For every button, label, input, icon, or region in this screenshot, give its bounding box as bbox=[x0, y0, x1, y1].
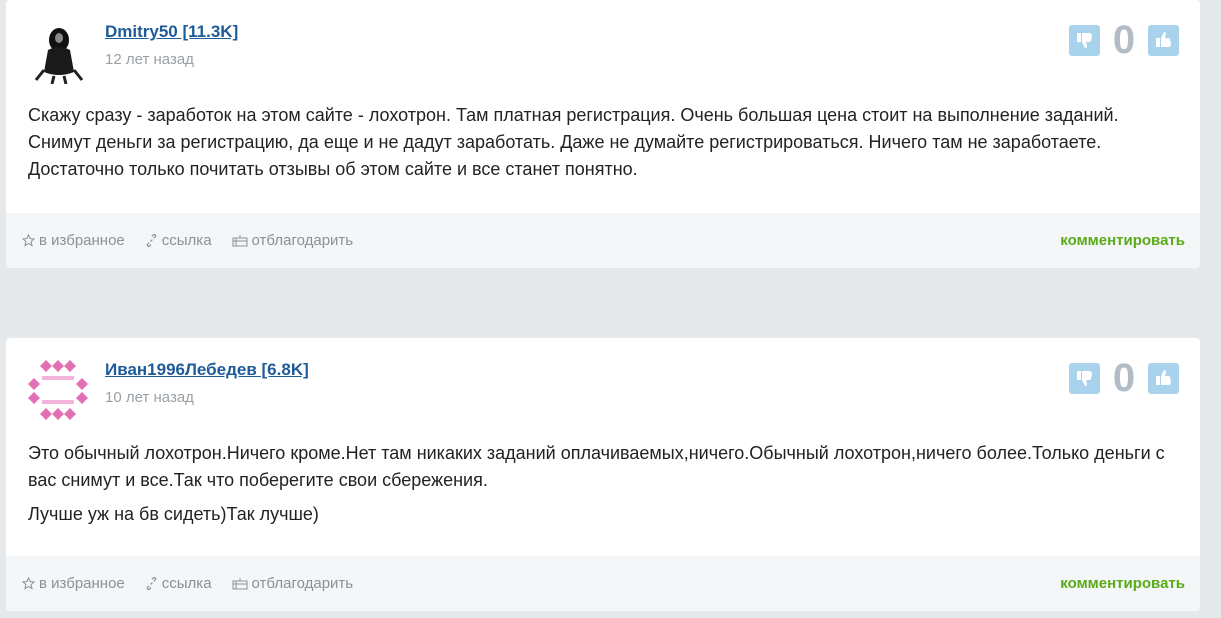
thank-icon bbox=[232, 235, 248, 247]
comment-button[interactable]: комментировать bbox=[1060, 575, 1185, 592]
thank-button[interactable]: отблагодарить bbox=[232, 575, 354, 592]
star-icon bbox=[22, 234, 35, 247]
link-icon bbox=[146, 234, 157, 247]
separator bbox=[0, 278, 1210, 328]
star-icon bbox=[22, 577, 35, 590]
thumbs-down-icon[interactable] bbox=[1069, 362, 1100, 394]
comment-card: Dmitry50 [11.3K] 12 лет назад 0 Скажу ср… bbox=[6, 0, 1200, 268]
favorite-button[interactable]: в избранное bbox=[22, 575, 125, 592]
thank-label: отблагодарить bbox=[251, 575, 354, 592]
author-link[interactable]: Dmitry50 [11.3K] bbox=[105, 22, 238, 42]
avatar[interactable] bbox=[26, 20, 90, 85]
thank-label: отблагодарить bbox=[251, 232, 354, 249]
link-button[interactable]: ссылка bbox=[145, 575, 212, 592]
favorite-label: в избранное bbox=[39, 232, 125, 249]
comment-card: Иван1996Лебедев [6.8K] 10 лет назад 0 Эт… bbox=[6, 338, 1200, 611]
favorite-button[interactable]: в избранное bbox=[22, 232, 125, 249]
thank-button[interactable]: отблагодарить bbox=[232, 232, 354, 249]
comment-header: Иван1996Лебедев [6.8K] 10 лет назад 0 bbox=[6, 338, 1200, 438]
link-button[interactable]: ссылка bbox=[145, 232, 212, 249]
post-time: 10 лет назад bbox=[105, 389, 194, 406]
link-label: ссылка bbox=[161, 575, 212, 592]
comment-footer: в избранное ссылка отблагодарить коммент… bbox=[6, 213, 1200, 268]
comment-header: Dmitry50 [11.3K] 12 лет назад 0 bbox=[6, 0, 1200, 100]
favorite-label: в избранное bbox=[39, 575, 125, 592]
comment-paragraph: Это обычный лохотрон.Ничего кроме.Нет та… bbox=[28, 443, 1165, 490]
comment-footer: в избранное ссылка отблагодарить коммент… bbox=[6, 556, 1200, 611]
comment-text: Это обычный лохотрон.Ничего кроме.Нет та… bbox=[6, 438, 1200, 552]
thumbs-up-icon[interactable] bbox=[1148, 362, 1179, 394]
link-icon bbox=[146, 577, 157, 590]
vote-count: 0 bbox=[1112, 18, 1136, 62]
comment-button[interactable]: комментировать bbox=[1060, 232, 1185, 249]
vote-block: 0 bbox=[1069, 358, 1179, 398]
link-label: ссылка bbox=[161, 232, 212, 249]
thank-icon bbox=[232, 578, 248, 590]
vote-block: 0 bbox=[1069, 20, 1179, 60]
avatar[interactable] bbox=[26, 358, 90, 422]
comment-paragraph: Скажу сразу - заработок на этом сайте - … bbox=[28, 105, 1119, 179]
thumbs-down-icon[interactable] bbox=[1069, 24, 1100, 56]
thumbs-up-icon[interactable] bbox=[1148, 24, 1179, 56]
comment-text: Скажу сразу - заработок на этом сайте - … bbox=[6, 100, 1200, 214]
post-time: 12 лет назад bbox=[105, 51, 194, 68]
vote-count: 0 bbox=[1112, 356, 1136, 400]
author-link[interactable]: Иван1996Лебедев [6.8K] bbox=[105, 360, 309, 380]
comment-paragraph: Лучше уж на бв сидеть)Так лучше) bbox=[28, 504, 319, 524]
